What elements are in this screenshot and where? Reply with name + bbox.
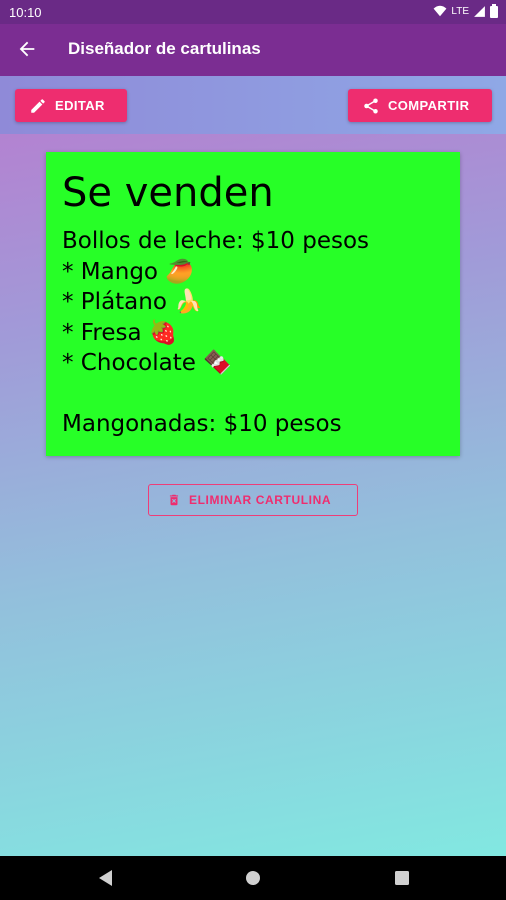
page-title: Diseñador de cartulinas [68,39,261,58]
poster-title: Se venden [62,170,274,216]
pencil-icon [31,98,45,113]
nav-back-icon[interactable] [96,868,114,888]
main-content: EDITAR COMPARTIR Se venden Bollos de lec… [0,76,506,856]
status-icons: LTE [433,4,498,18]
network-type: LTE [451,5,469,17]
action-toolbar: EDITAR COMPARTIR [0,76,506,134]
arrow-back-icon[interactable] [16,38,38,60]
status-time: 10:10 [9,5,42,20]
share-button[interactable]: COMPARTIR [348,89,492,122]
nav-home-icon[interactable] [244,868,262,888]
navigation-bar [0,856,506,900]
poster-card: Se venden Bollos de leche: $10 pesos * M… [46,152,460,456]
share-icon [364,98,378,113]
edit-button-label: EDITAR [55,98,105,113]
app-bar: Diseñador de cartulinas [0,24,506,76]
status-bar: 10:10 LTE [0,0,506,24]
delete-poster-label: ELIMINAR CARTULINA [189,493,332,507]
delete-poster-button[interactable]: ELIMINAR CARTULINA [148,484,358,516]
edit-button[interactable]: EDITAR [15,89,127,122]
trash-icon [169,494,179,506]
nav-recents-icon[interactable] [393,868,411,888]
poster-body: Bollos de leche: $10 pesos * Mango 🥭 * P… [62,228,370,437]
wifi-icon [433,5,447,17]
share-button-label: COMPARTIR [388,98,470,113]
battery-icon [490,4,498,18]
signal-icon [474,5,485,17]
